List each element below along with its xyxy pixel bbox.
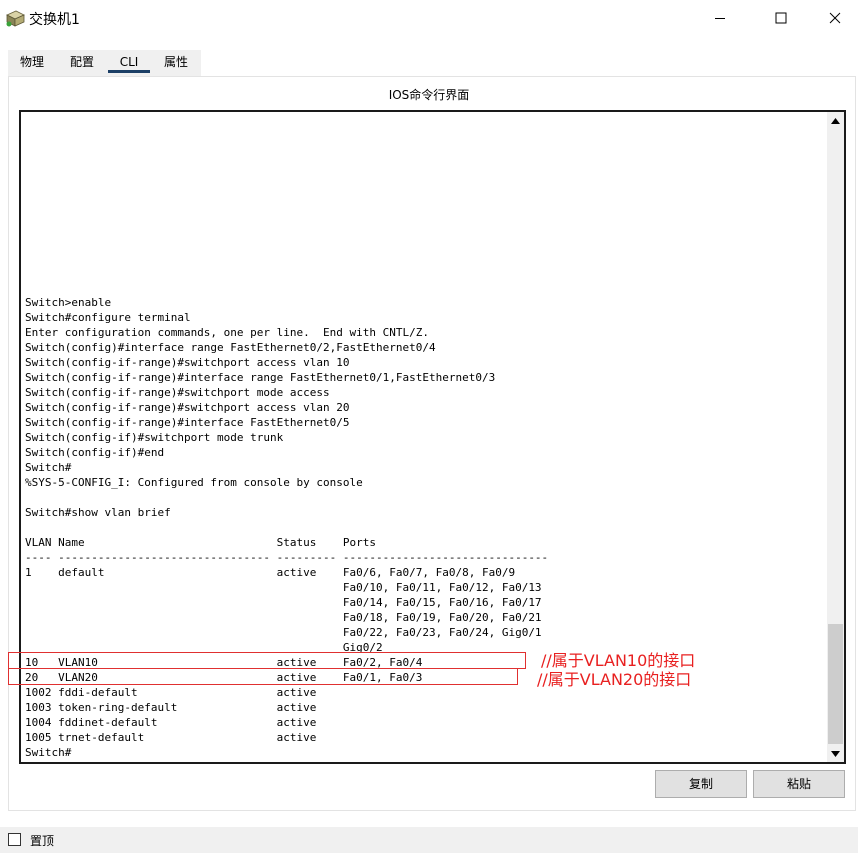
console-line: %SYS-5-CONFIG_I: Configured from console…: [25, 476, 363, 489]
scroll-thumb[interactable]: [828, 624, 843, 744]
console-line: Switch(config-if)#end: [25, 446, 165, 459]
console-line: Fa0/22, Fa0/23, Fa0/24, Gig0/1: [25, 626, 542, 639]
tab-config[interactable]: 配置: [62, 50, 102, 76]
console-line: Enter configuration commands, one per li…: [25, 326, 429, 339]
console-line: Switch>enable: [25, 296, 112, 309]
console-line: ---- -------------------------------- --…: [25, 551, 549, 564]
title-bar: 交换机1: [0, 0, 858, 36]
console-line: Fa0/14, Fa0/15, Fa0/16, Fa0/17: [25, 596, 542, 609]
active-tab-indicator: [108, 70, 150, 73]
console-line: 1 default active Fa0/6, Fa0/7, Fa0/8, Fa…: [25, 566, 516, 579]
vertical-scrollbar[interactable]: [827, 112, 844, 762]
always-on-top-checkbox[interactable]: [8, 833, 21, 846]
minimize-button[interactable]: [697, 0, 743, 36]
scroll-up-arrow-icon: [831, 117, 840, 124]
console-line: VLAN Name Status Ports: [25, 536, 376, 549]
console-line: Switch(config)#interface range FastEther…: [25, 341, 436, 354]
console-line: Switch(config-if-range)#interface range …: [25, 371, 496, 384]
console-line: Switch#configure terminal: [25, 311, 191, 324]
paste-button[interactable]: 粘贴: [753, 770, 845, 798]
console-line: Switch(config-if-range)#switchport acces…: [25, 401, 350, 414]
bottom-bar: [0, 827, 858, 853]
console-line: Switch(config-if-range)#switchport acces…: [25, 356, 350, 369]
close-icon: [829, 12, 841, 24]
panel-heading: IOS命令行界面: [388, 88, 470, 102]
scroll-down-arrow-icon: [831, 750, 840, 757]
tab-physical[interactable]: 物理: [12, 50, 52, 76]
close-button[interactable]: [812, 0, 858, 36]
console-line: Switch#: [25, 461, 72, 474]
console-line: Switch#: [25, 746, 72, 759]
maximize-icon: [775, 12, 787, 24]
console-line: Fa0/10, Fa0/11, Fa0/12, Fa0/13: [25, 581, 542, 594]
copy-button[interactable]: 复制: [655, 770, 747, 798]
console-line: 1004 fddinet-default active: [25, 716, 343, 729]
tab-attributes[interactable]: 属性: [154, 50, 198, 76]
console-line: Switch(config-if)#switchport mode trunk: [25, 431, 284, 444]
window-title: 交换机1: [29, 12, 80, 28]
console-line: Fa0/18, Fa0/19, Fa0/20, Fa0/21: [25, 611, 542, 624]
console-line: 1003 token-ring-default active: [25, 701, 343, 714]
switch-device-icon: [6, 10, 25, 27]
scroll-up-button[interactable]: [827, 112, 844, 129]
scroll-down-button[interactable]: [827, 745, 844, 762]
vlan10-highlight-box: [8, 652, 526, 669]
console-line: Switch(config-if-range)#interface FastEt…: [25, 416, 350, 429]
console-line: 1005 trnet-default active: [25, 731, 343, 744]
minimize-icon: [715, 18, 725, 19]
console-line: 1002 fddi-default active: [25, 686, 343, 699]
console-text[interactable]: Switch>enable Switch#configure terminal En…: [25, 295, 825, 760]
vlan20-annotation: //属于VLAN20的接口: [537, 670, 692, 689]
console-line: Switch#show vlan brief: [25, 506, 171, 519]
console-line: Switch(config-if-range)#switchport mode …: [25, 386, 330, 399]
always-on-top-label: 置顶: [30, 834, 55, 848]
vlan20-highlight-box: [8, 668, 518, 685]
maximize-button[interactable]: [758, 0, 804, 36]
